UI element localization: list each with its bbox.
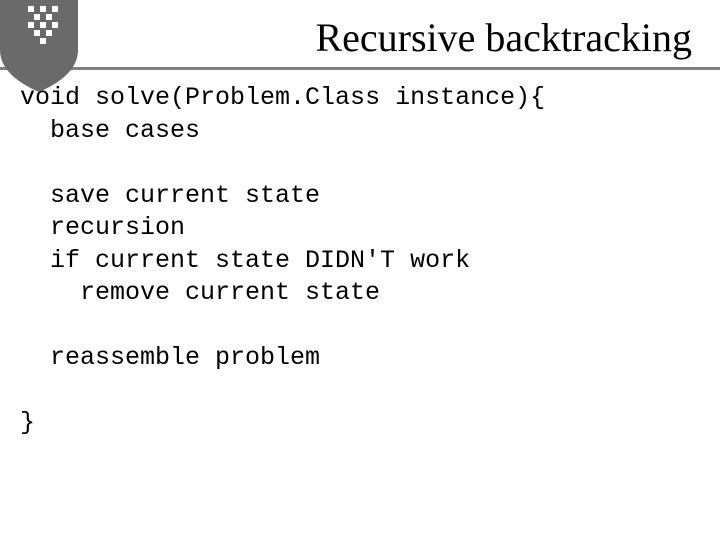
code-line: base cases [20, 116, 200, 145]
code-line: reassemble problem [20, 343, 320, 372]
slide-title: Recursive backtracking [0, 0, 720, 67]
code-function-name: solve [95, 83, 170, 112]
code-line: recursion [20, 213, 185, 242]
code-line: if current state DIDN'T work [20, 246, 470, 275]
shield-logo-icon [0, 0, 78, 92]
code-line: save current state [20, 181, 320, 210]
code-signature: (Problem.Class instance){ [170, 83, 545, 112]
code-line: remove current state [20, 278, 380, 307]
code-line: } [20, 408, 35, 437]
code-block: void solve(Problem.Class instance){ base… [0, 70, 720, 440]
